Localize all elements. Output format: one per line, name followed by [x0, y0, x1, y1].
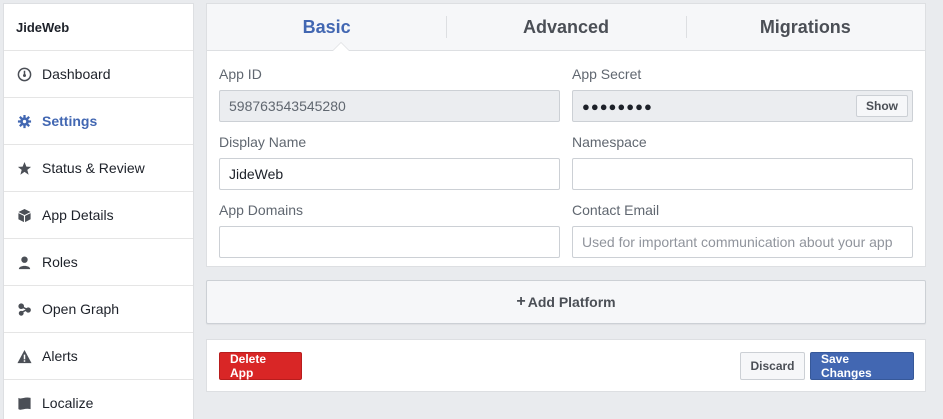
display-name-value: JideWeb [229, 166, 284, 182]
sidebar-item-label: Roles [42, 254, 78, 270]
namespace-label: Namespace [572, 134, 647, 150]
tab-bar: Basic Advanced Migrations [207, 4, 925, 51]
sidebar-item-label: Localize [42, 395, 94, 411]
action-bar: Delete App Discard Save Changes [206, 339, 926, 392]
sidebar: JideWeb Dashboard Settings Status & Revi… [3, 3, 194, 419]
sidebar-item-label: Dashboard [42, 66, 111, 82]
app-domains-field-group: App Domains [219, 200, 560, 258]
show-secret-button[interactable]: Show [856, 95, 908, 117]
delete-app-button[interactable]: Delete App [219, 352, 302, 380]
app-secret-value: ●●●●●●●● [582, 98, 653, 114]
app-id-field-group: App ID 598763543545280 [219, 64, 560, 122]
app-id-value: 598763543545280 [229, 98, 346, 114]
sidebar-item-label: App Details [42, 207, 114, 223]
contact-email-label: Contact Email [572, 202, 660, 218]
sidebar-item-roles[interactable]: Roles [4, 239, 193, 286]
plus-icon: + [516, 293, 526, 310]
tab-advanced[interactable]: Advanced [446, 4, 685, 50]
flag-icon [16, 395, 32, 411]
discard-button[interactable]: Discard [740, 352, 805, 380]
app-id-field[interactable]: 598763543545280 [219, 90, 560, 122]
gear-icon [16, 113, 32, 129]
sidebar-item-settings[interactable]: Settings [4, 98, 193, 145]
dashboard-icon [16, 66, 32, 82]
contact-email-field-group: Contact Email Used for important communi… [572, 200, 913, 258]
person-icon [16, 254, 32, 270]
sidebar-item-label: Alerts [42, 348, 78, 364]
display-name-field[interactable]: JideWeb [219, 158, 560, 190]
tab-migrations[interactable]: Migrations [685, 4, 925, 50]
app-secret-field[interactable]: ●●●●●●●● Show [572, 90, 913, 122]
contact-email-field[interactable]: Used for important communication about y… [572, 226, 913, 258]
app-domains-label: App Domains [219, 202, 304, 218]
add-platform-label: Add Platform [527, 294, 616, 310]
sidebar-app-name[interactable]: JideWeb [4, 4, 193, 51]
sidebar-item-dashboard[interactable]: Dashboard [4, 51, 193, 98]
sidebar-item-open-graph[interactable]: Open Graph [4, 286, 193, 333]
display-name-label: Display Name [219, 134, 307, 150]
sidebar-item-localize[interactable]: Localize [4, 380, 193, 419]
app-secret-label: App Secret [572, 66, 642, 82]
namespace-field-group: Namespace [572, 132, 913, 190]
cube-icon [16, 207, 32, 223]
sidebar-item-label: Open Graph [42, 301, 120, 317]
sidebar-item-app-details[interactable]: App Details [4, 192, 193, 239]
star-icon [16, 160, 32, 176]
share-nodes-icon [16, 301, 32, 317]
sidebar-item-alerts[interactable]: Alerts [4, 333, 193, 380]
sidebar-item-status-review[interactable]: Status & Review [4, 145, 193, 192]
save-changes-button[interactable]: Save Changes [810, 352, 914, 380]
warning-icon [16, 348, 32, 364]
display-name-field-group: Display Name JideWeb [219, 132, 560, 190]
app-secret-field-group: App Secret ●●●●●●●● Show [572, 64, 913, 122]
add-platform-button[interactable]: + Add Platform [206, 280, 926, 324]
settings-panel: Basic Advanced Migrations App ID 5987635… [206, 3, 926, 267]
active-tab-caret [332, 42, 350, 51]
namespace-field[interactable] [572, 158, 913, 190]
sidebar-item-label: Status & Review [42, 160, 145, 176]
app-domains-field[interactable] [219, 226, 560, 258]
tab-basic[interactable]: Basic [207, 4, 446, 50]
app-id-label: App ID [219, 66, 262, 82]
contact-email-placeholder: Used for important communication about y… [582, 234, 893, 250]
sidebar-item-label: Settings [42, 113, 98, 129]
